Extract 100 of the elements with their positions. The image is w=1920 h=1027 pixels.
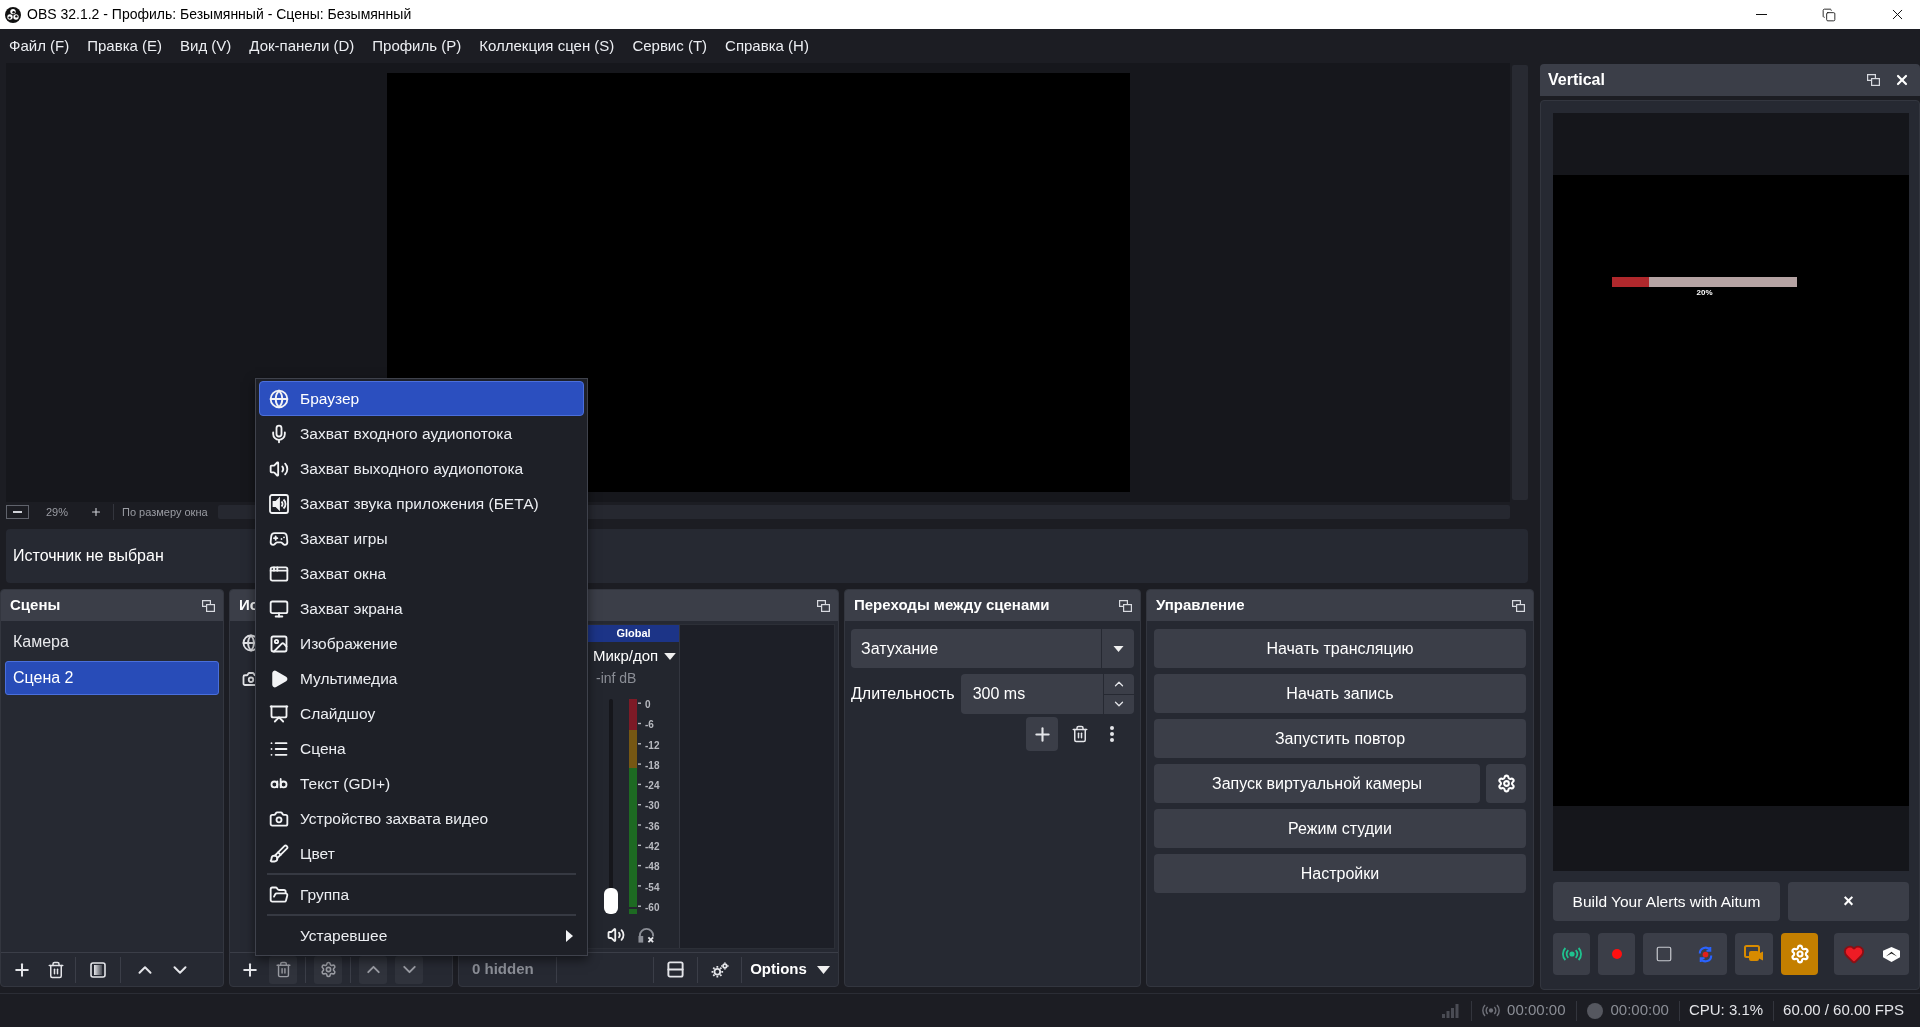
move-up-button[interactable]: [359, 955, 387, 984]
logo-button[interactable]: [1881, 945, 1901, 963]
remove-button[interactable]: [269, 955, 297, 984]
mute-button[interactable]: [607, 926, 625, 944]
fit-to-window-label: По размеру окна: [122, 504, 208, 520]
menu-item-label: Захват экрана: [300, 598, 403, 619]
menu-item[interactable]: Устаревшее: [259, 918, 584, 953]
menu-item-label: Захват звука приложения (БЕТА): [300, 493, 539, 514]
speaker-icon: [607, 926, 625, 944]
menu-item[interactable]: Файл (F): [0, 29, 79, 63]
control-button[interactable]: Запуск виртуальной камеры: [1154, 764, 1480, 803]
menu-item[interactable]: Устройство захвата видео: [259, 801, 584, 836]
menu-item[interactable]: Слайдшоу: [259, 696, 584, 731]
duration-spinbox[interactable]: 300 ms: [960, 674, 1134, 714]
menu-item[interactable]: Профиль (P): [363, 29, 471, 63]
control-button[interactable]: Режим студии: [1154, 809, 1526, 848]
menu-item-label: Сцена: [300, 738, 346, 759]
plus-icon: [90, 506, 103, 518]
menu-item[interactable]: Сервис (T): [623, 29, 717, 63]
properties-button[interactable]: [314, 955, 342, 984]
cpu-usage: CPU: 3.1%: [1688, 1000, 1764, 1021]
control-button[interactable]: Настройки: [1154, 854, 1526, 893]
broadcast-icon: [1561, 947, 1582, 961]
add-transition-button[interactable]: [1026, 717, 1058, 751]
float-dock-icon[interactable]: [1512, 599, 1525, 612]
menu-item[interactable]: Правка (E): [78, 29, 172, 63]
scale-label: -36: [645, 820, 660, 833]
dismiss-button[interactable]: ×: [1788, 882, 1909, 921]
scene-item[interactable]: Камера: [5, 625, 219, 659]
donate-button[interactable]: [1842, 943, 1865, 965]
scale-label: -48: [645, 861, 660, 874]
trash-icon: [274, 961, 292, 978]
menu-item[interactable]: Группа: [259, 877, 584, 912]
record-button[interactable]: [1598, 933, 1635, 975]
play-icon: [269, 668, 289, 689]
scale-label: -6: [645, 719, 655, 732]
menu-item[interactable]: Захват звука приложения (БЕТА): [259, 486, 584, 521]
progress-label: 20%: [1696, 288, 1713, 298]
scale-label: -54: [645, 881, 660, 894]
record-dot-icon: [1611, 949, 1622, 959]
close-icon: [1894, 72, 1910, 88]
volume-fader-track[interactable]: [604, 699, 618, 914]
menu-item-label: Текст (GDI+): [300, 773, 391, 794]
fader-thumb[interactable]: [604, 888, 618, 914]
alerts-button[interactable]: Build Your Alerts with Aitum: [1553, 882, 1780, 921]
heart-icon: [1842, 943, 1865, 965]
two-gears-icon: [710, 961, 729, 978]
record-time: 00:00:00: [1610, 1000, 1669, 1021]
folder-icon: [269, 884, 289, 905]
more-icon: [1110, 726, 1114, 742]
menu-item-label: Мультимедиа: [300, 668, 398, 689]
menu-item[interactable]: Захват окна: [259, 556, 584, 591]
control-button[interactable]: Начать трансляцию: [1154, 629, 1526, 668]
menu-item-label: Захват выходного аудиопотока: [300, 458, 524, 479]
menu-item[interactable]: Захват выходного аудиопотока: [259, 451, 584, 486]
options-button[interactable]: Options: [742, 955, 838, 984]
signal-bars-icon: [1442, 1003, 1460, 1018]
menu-item[interactable]: Вид (V): [171, 29, 241, 63]
split-rectangle-icon: [666, 960, 685, 979]
caret-icon: [816, 965, 830, 974]
volume-reading: -inf dB: [595, 669, 638, 688]
move-down-button[interactable]: [395, 955, 423, 984]
menu-item[interactable]: Изображение: [259, 626, 584, 661]
menu-item[interactable]: Захват игры: [259, 521, 584, 556]
zoom-level: 29%: [46, 504, 69, 520]
virtual-camera-button[interactable]: [1735, 933, 1773, 975]
menu-item[interactable]: Захват входного аудиопотока: [259, 416, 584, 451]
duration-value: 300 ms: [971, 684, 1027, 704]
presentation-icon: [269, 703, 289, 724]
stream-button[interactable]: [1553, 933, 1590, 975]
stop-button[interactable]: [1654, 945, 1673, 963]
fps-reading: 60.00 / 60.00 FPS: [1783, 1000, 1904, 1021]
control-button[interactable]: Начать запись: [1154, 674, 1526, 713]
monitor-button[interactable]: [638, 926, 655, 944]
window-icon: [269, 563, 289, 584]
float-dock-icon[interactable]: [1119, 599, 1132, 612]
close-dock-button[interactable]: [1894, 72, 1910, 88]
speaker-icon: [269, 458, 289, 479]
panel-title: Сцены: [10, 595, 61, 616]
menu-item[interactable]: Док-панели (D): [240, 29, 364, 63]
menu-item[interactable]: Справка (H): [716, 29, 818, 63]
minus-icon: [13, 511, 22, 513]
float-dock-icon[interactable]: [202, 599, 215, 612]
settings-button[interactable]: [1486, 764, 1526, 803]
control-button[interactable]: Запустить повтор: [1154, 719, 1526, 758]
menu-item[interactable]: Мультимедиа: [259, 661, 584, 696]
zoom-out-button[interactable]: [6, 505, 29, 519]
hexagon-logo-icon: [1881, 945, 1901, 963]
menu-item[interactable]: Коллекция сцен (S): [470, 29, 624, 63]
channel-name-dropdown[interactable]: Микр/доп: [588, 644, 679, 668]
float-dock-icon[interactable]: [1867, 74, 1880, 86]
scene-item[interactable]: Сцена 2: [5, 661, 219, 695]
transition-dropdown[interactable]: Затухание: [851, 629, 1134, 668]
menu-item[interactable]: Сцена: [259, 731, 584, 766]
menu-item[interactable]: Текст (GDI+): [259, 766, 584, 801]
float-dock-icon[interactable]: [817, 599, 830, 612]
record-dot-icon: [1587, 1002, 1604, 1019]
menu-item[interactable]: Цвет: [259, 836, 584, 871]
menu-item[interactable]: Захват экрана: [259, 591, 584, 626]
menu-item[interactable]: Браузер: [259, 381, 584, 416]
